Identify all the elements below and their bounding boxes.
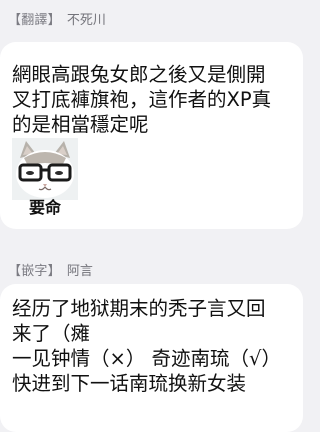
- message-header: 【翻譯】 不死川: [8, 8, 106, 28]
- sticker-caption: 要命: [28, 198, 61, 217]
- message-text: 经历了地狱期末的秃子言又回 来了（瘫 一见钟情（×） 奇迹南琉（√） 快进到下一…: [12, 296, 281, 396]
- message-line: 一见钟情（×） 奇迹南琉（√）: [12, 347, 281, 370]
- message-header: 【嵌字】 阿言: [8, 259, 93, 279]
- message-line: 快进到下一话南琉换新女装: [12, 372, 247, 395]
- message-bubble[interactable]: 網眼高跟兔女郎之後又是側開 叉打底褲旗袍，這作者的XP真 的是相當穩定呢 要命: [0, 42, 303, 229]
- message-bubble[interactable]: 经历了地狱期末的秃子言又回 来了（瘫 一见钟情（×） 奇迹南琉（√） 快进到下一…: [0, 284, 303, 432]
- sender-name: 不死川: [66, 12, 106, 28]
- message-text: 網眼高跟兔女郎之後又是側開 叉打底褲旗袍，這作者的XP真 的是相當穩定呢: [12, 62, 271, 137]
- role-tag: 【嵌字】: [8, 263, 61, 279]
- message-line: 的是相當穩定呢: [12, 113, 149, 136]
- cat-with-glasses-icon: [12, 138, 78, 200]
- message-line: 叉打底褲旗袍，這作者的XP真: [12, 88, 272, 111]
- message-line: 来了（瘫: [12, 322, 91, 345]
- sender-name: 阿言: [66, 263, 93, 279]
- role-tag: 【翻譯】: [8, 12, 61, 28]
- sticker[interactable]: 要命: [12, 138, 78, 219]
- message-line: 網眼高跟兔女郎之後又是側開: [12, 63, 266, 86]
- message-line: 经历了地狱期末的秃子言又回: [12, 297, 266, 320]
